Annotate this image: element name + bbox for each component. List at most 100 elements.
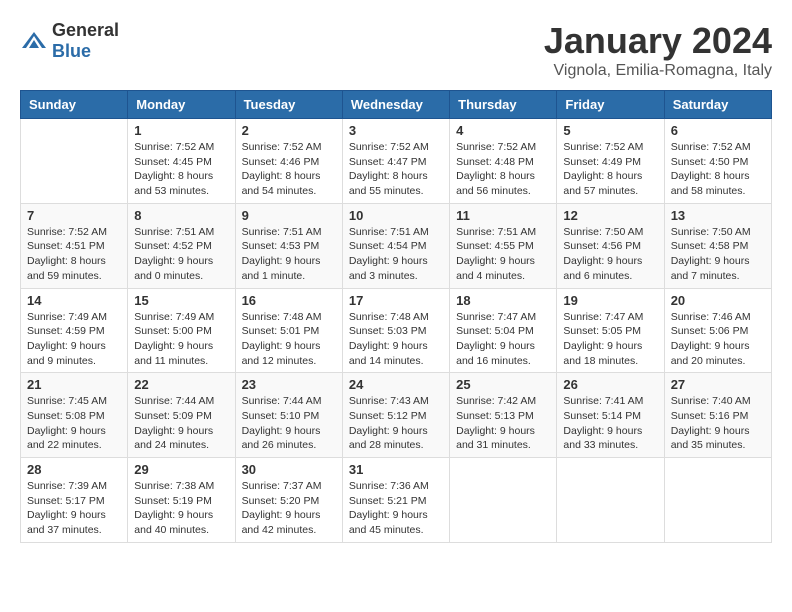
calendar-cell: 18Sunrise: 7:47 AMSunset: 5:04 PMDayligh…	[450, 288, 557, 373]
day-info: Sunrise: 7:44 AMSunset: 5:10 PMDaylight:…	[242, 394, 336, 453]
day-info: Sunrise: 7:52 AMSunset: 4:47 PMDaylight:…	[349, 140, 443, 199]
calendar-cell: 21 Sunrise: 7:45 AMSunset: 5:08 PMDayligh…	[21, 373, 128, 458]
weekday-header: Tuesday	[235, 91, 342, 119]
calendar-cell: 9Sunrise: 7:51 AMSunset: 4:53 PMDaylight…	[235, 203, 342, 288]
day-number: 14	[27, 293, 121, 308]
calendar-cell: 19 Sunrise: 7:47 AMSunset: 5:05 PMDayligh…	[557, 288, 664, 373]
calendar-cell: 15 Sunrise: 7:49 AMSunset: 5:00 PMDayligh…	[128, 288, 235, 373]
calendar-cell: 2Sunrise: 7:52 AMSunset: 4:46 PMDaylight…	[235, 119, 342, 204]
calendar-cell	[21, 119, 128, 204]
calendar-cell: 6 Sunrise: 7:52 AMSunset: 4:50 PMDaylight…	[664, 119, 771, 204]
day-number: 15	[134, 293, 228, 308]
day-info: Sunrise: 7:39 AMSunset: 5:17 PMDaylight:…	[27, 479, 121, 538]
calendar-cell: 25 Sunrise: 7:42 AMSunset: 5:13 PMDayligh…	[450, 373, 557, 458]
day-number: 12	[563, 208, 657, 223]
day-info: Sunrise: 7:43 AMSunset: 5:12 PMDaylight:…	[349, 394, 443, 453]
calendar-cell: 24 Sunrise: 7:43 AMSunset: 5:12 PMDayligh…	[342, 373, 449, 458]
calendar-cell: 8 Sunrise: 7:51 AMSunset: 4:52 PMDaylight…	[128, 203, 235, 288]
day-number: 11	[456, 208, 550, 223]
day-number: 3	[349, 123, 443, 138]
day-info: Sunrise: 7:52 AMSunset: 4:49 PMDaylight:…	[563, 140, 657, 199]
day-info: Sunrise: 7:49 AMSunset: 5:00 PMDaylight:…	[134, 310, 228, 369]
location-title: Vignola, Emilia-Romagna, Italy	[544, 62, 772, 80]
calendar-cell: 31Sunrise: 7:36 AMSunset: 5:21 PMDayligh…	[342, 458, 449, 543]
calendar-cell: 16Sunrise: 7:48 AMSunset: 5:01 PMDayligh…	[235, 288, 342, 373]
calendar-week-row: 1 Sunrise: 7:52 AMSunset: 4:45 PMDaylight…	[21, 119, 772, 204]
day-info: Sunrise: 7:49 AMSunset: 4:59 PMDaylight:…	[27, 310, 121, 369]
header: General Blue January 2024 Vignola, Emili…	[20, 20, 772, 80]
calendar-cell: 22Sunrise: 7:44 AMSunset: 5:09 PMDayligh…	[128, 373, 235, 458]
day-info: Sunrise: 7:51 AMSunset: 4:55 PMDaylight:…	[456, 225, 550, 284]
calendar-cell: 14 Sunrise: 7:49 AMSunset: 4:59 PMDayligh…	[21, 288, 128, 373]
day-info: Sunrise: 7:52 AMSunset: 4:51 PMDaylight:…	[27, 225, 121, 284]
calendar-cell	[557, 458, 664, 543]
day-number: 23	[242, 377, 336, 392]
calendar-cell	[450, 458, 557, 543]
calendar-cell: 29Sunrise: 7:38 AMSunset: 5:19 PMDayligh…	[128, 458, 235, 543]
calendar-cell: 1 Sunrise: 7:52 AMSunset: 4:45 PMDaylight…	[128, 119, 235, 204]
calendar-cell: 28Sunrise: 7:39 AMSunset: 5:17 PMDayligh…	[21, 458, 128, 543]
calendar-cell: 11 Sunrise: 7:51 AMSunset: 4:55 PMDayligh…	[450, 203, 557, 288]
day-info: Sunrise: 7:47 AMSunset: 5:04 PMDaylight:…	[456, 310, 550, 369]
day-info: Sunrise: 7:50 AMSunset: 4:58 PMDaylight:…	[671, 225, 765, 284]
weekday-header: Sunday	[21, 91, 128, 119]
title-area: January 2024 Vignola, Emilia-Romagna, It…	[544, 20, 772, 80]
day-number: 1	[134, 123, 228, 138]
day-number: 6	[671, 123, 765, 138]
day-info: Sunrise: 7:48 AMSunset: 5:01 PMDaylight:…	[242, 310, 336, 369]
logo-icon	[20, 30, 48, 52]
day-number: 21	[27, 377, 121, 392]
day-number: 2	[242, 123, 336, 138]
calendar-cell: 26 Sunrise: 7:41 AMSunset: 5:14 PMDayligh…	[557, 373, 664, 458]
day-info: Sunrise: 7:52 AMSunset: 4:50 PMDaylight:…	[671, 140, 765, 199]
weekday-header: Saturday	[664, 91, 771, 119]
day-info: Sunrise: 7:47 AMSunset: 5:05 PMDaylight:…	[563, 310, 657, 369]
day-info: Sunrise: 7:41 AMSunset: 5:14 PMDaylight:…	[563, 394, 657, 453]
logo: General Blue	[20, 20, 119, 62]
calendar-week-row: 7 Sunrise: 7:52 AMSunset: 4:51 PMDaylight…	[21, 203, 772, 288]
calendar-week-row: 21 Sunrise: 7:45 AMSunset: 5:08 PMDayligh…	[21, 373, 772, 458]
calendar-cell: 4 Sunrise: 7:52 AMSunset: 4:48 PMDaylight…	[450, 119, 557, 204]
day-info: Sunrise: 7:36 AMSunset: 5:21 PMDaylight:…	[349, 479, 443, 538]
calendar-table: SundayMondayTuesdayWednesdayThursdayFrid…	[20, 90, 772, 543]
day-info: Sunrise: 7:48 AMSunset: 5:03 PMDaylight:…	[349, 310, 443, 369]
day-info: Sunrise: 7:40 AMSunset: 5:16 PMDaylight:…	[671, 394, 765, 453]
day-number: 7	[27, 208, 121, 223]
logo-general-text: General	[52, 20, 119, 40]
day-number: 8	[134, 208, 228, 223]
calendar-cell: 3 Sunrise: 7:52 AMSunset: 4:47 PMDaylight…	[342, 119, 449, 204]
calendar-cell: 10 Sunrise: 7:51 AMSunset: 4:54 PMDayligh…	[342, 203, 449, 288]
day-number: 30	[242, 462, 336, 477]
weekday-header: Friday	[557, 91, 664, 119]
day-number: 29	[134, 462, 228, 477]
month-title: January 2024	[544, 20, 772, 62]
day-info: Sunrise: 7:42 AMSunset: 5:13 PMDaylight:…	[456, 394, 550, 453]
day-number: 24	[349, 377, 443, 392]
calendar-cell	[664, 458, 771, 543]
day-info: Sunrise: 7:51 AMSunset: 4:52 PMDaylight:…	[134, 225, 228, 284]
logo-blue-text: Blue	[52, 41, 91, 61]
calendar-week-row: 28Sunrise: 7:39 AMSunset: 5:17 PMDayligh…	[21, 458, 772, 543]
day-number: 10	[349, 208, 443, 223]
day-number: 5	[563, 123, 657, 138]
day-number: 26	[563, 377, 657, 392]
day-info: Sunrise: 7:51 AMSunset: 4:53 PMDaylight:…	[242, 225, 336, 284]
day-number: 25	[456, 377, 550, 392]
day-info: Sunrise: 7:44 AMSunset: 5:09 PMDaylight:…	[134, 394, 228, 453]
day-info: Sunrise: 7:52 AMSunset: 4:45 PMDaylight:…	[134, 140, 228, 199]
weekday-header: Thursday	[450, 91, 557, 119]
day-number: 19	[563, 293, 657, 308]
day-info: Sunrise: 7:45 AMSunset: 5:08 PMDaylight:…	[27, 394, 121, 453]
calendar-cell: 23 Sunrise: 7:44 AMSunset: 5:10 PMDayligh…	[235, 373, 342, 458]
calendar-cell: 5 Sunrise: 7:52 AMSunset: 4:49 PMDaylight…	[557, 119, 664, 204]
day-info: Sunrise: 7:51 AMSunset: 4:54 PMDaylight:…	[349, 225, 443, 284]
day-number: 17	[349, 293, 443, 308]
calendar-week-row: 14 Sunrise: 7:49 AMSunset: 4:59 PMDayligh…	[21, 288, 772, 373]
day-number: 13	[671, 208, 765, 223]
day-number: 27	[671, 377, 765, 392]
calendar-cell: 27 Sunrise: 7:40 AMSunset: 5:16 PMDayligh…	[664, 373, 771, 458]
day-number: 4	[456, 123, 550, 138]
calendar-cell: 7 Sunrise: 7:52 AMSunset: 4:51 PMDaylight…	[21, 203, 128, 288]
calendar-cell: 17 Sunrise: 7:48 AMSunset: 5:03 PMDayligh…	[342, 288, 449, 373]
day-info: Sunrise: 7:52 AMSunset: 4:48 PMDaylight:…	[456, 140, 550, 199]
